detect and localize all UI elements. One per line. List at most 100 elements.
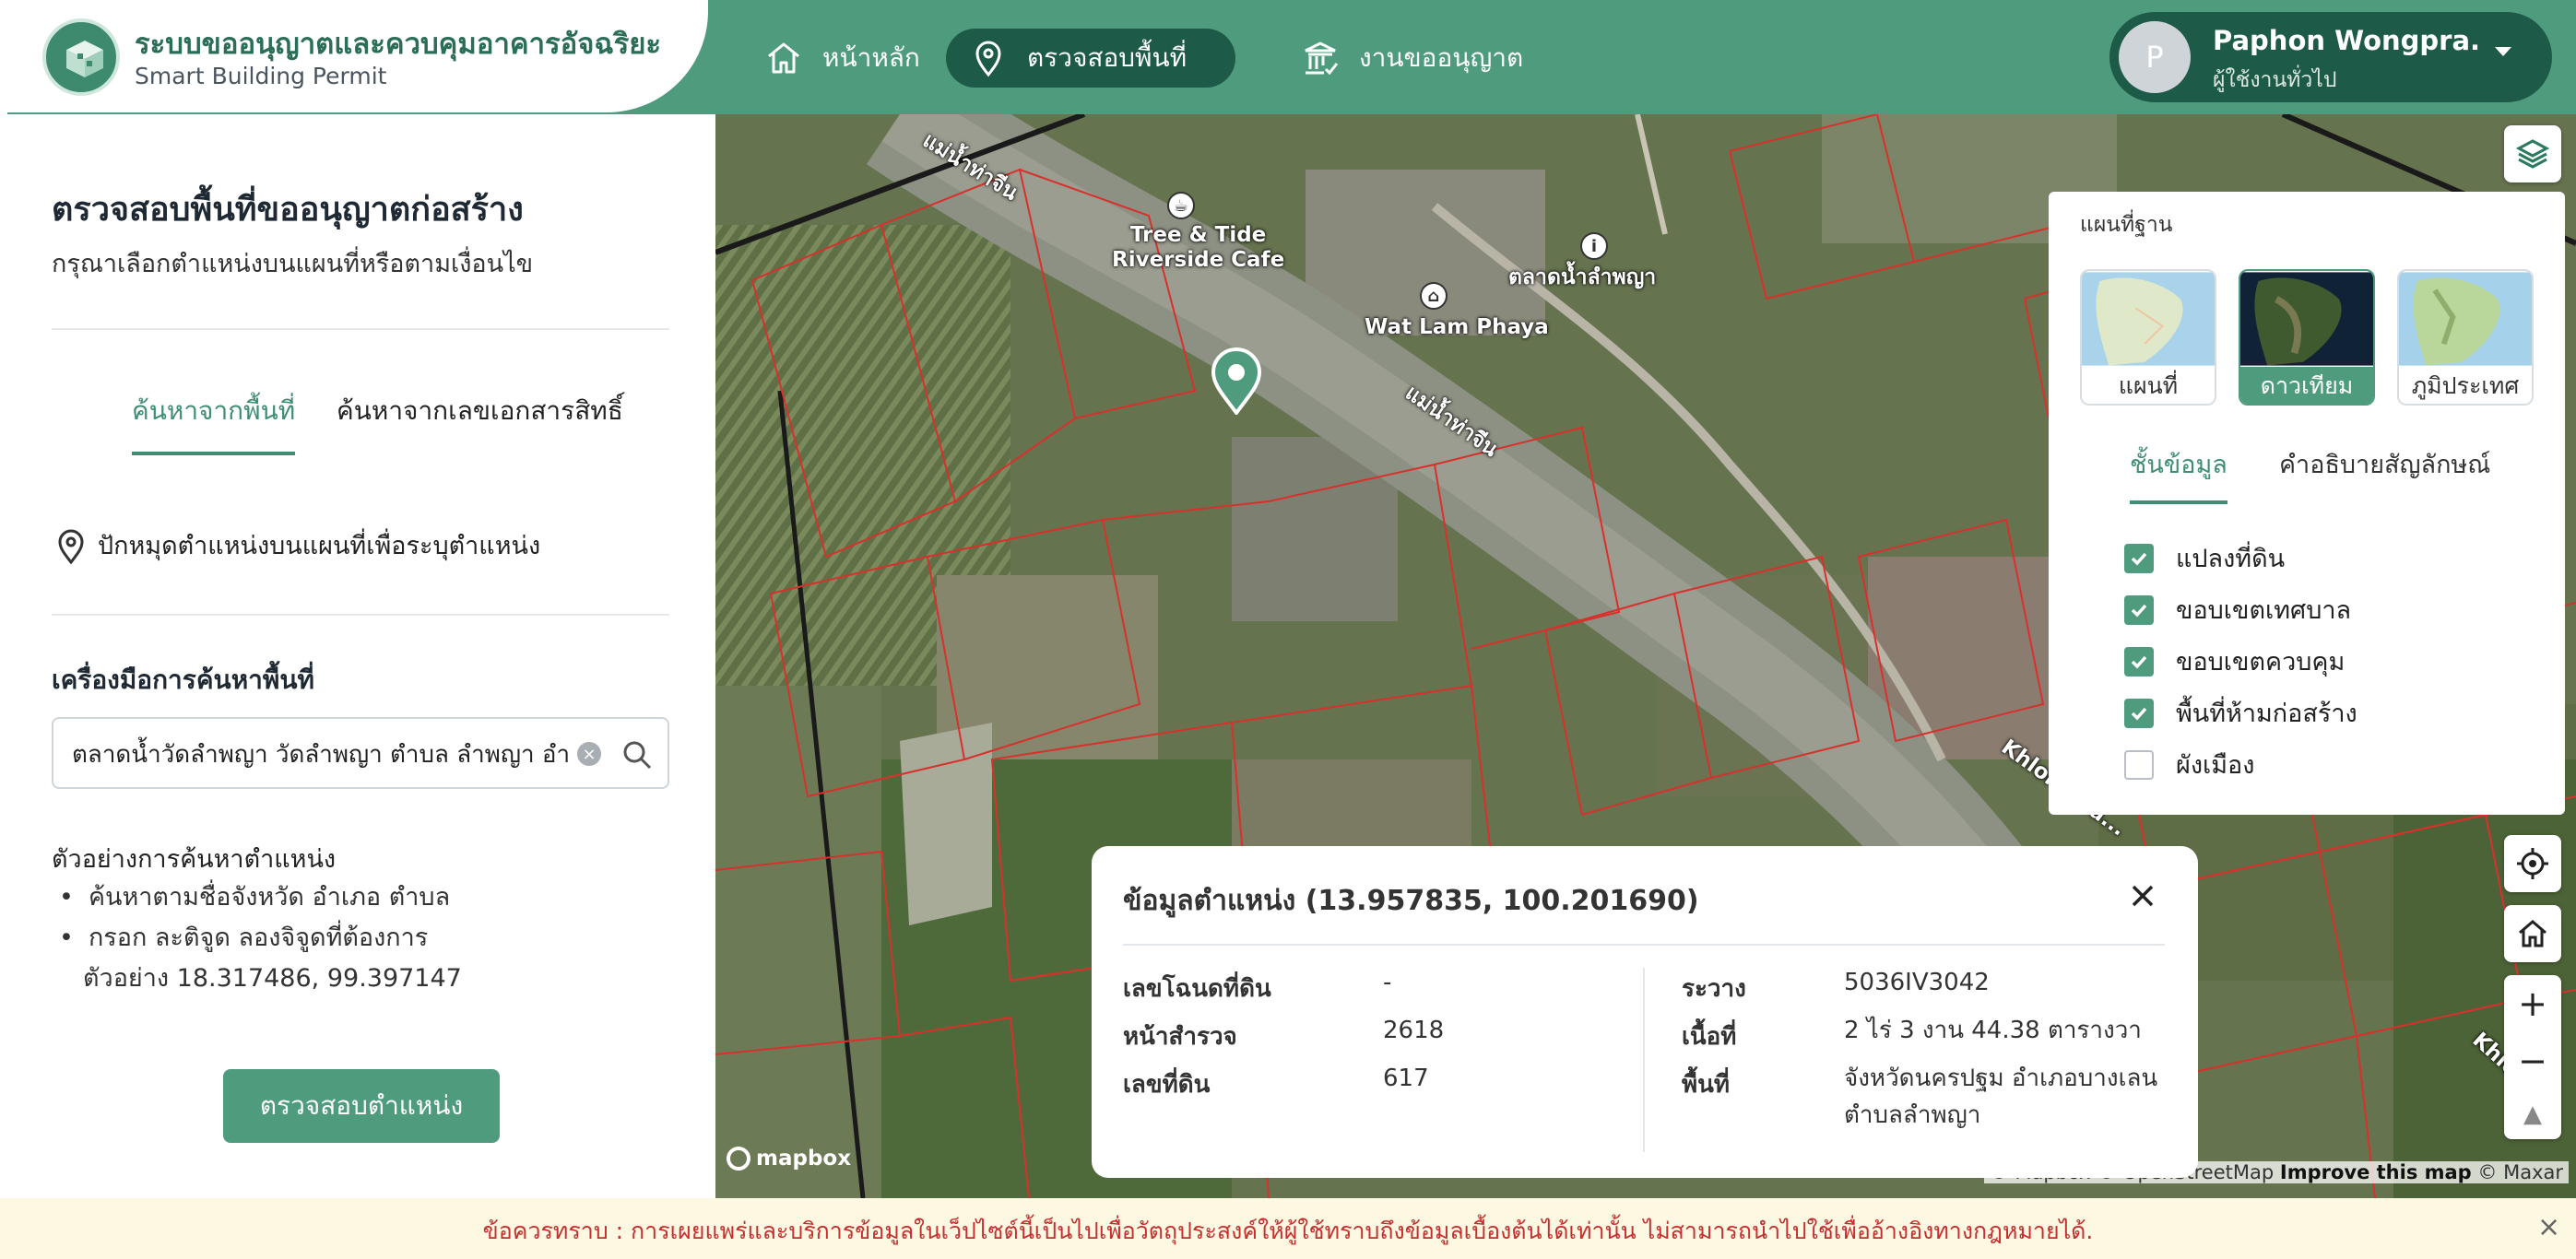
location-label: พื้นที่ <box>1682 1071 1731 1099</box>
pin-hint-label: ปักหมุดตำแหน่งบนแผนที่เพื่อระบุตำแหน่ง <box>98 532 541 560</box>
checkbox-checked-icon[interactable] <box>2124 543 2154 573</box>
land-number-value: 617 <box>1383 1065 1429 1092</box>
search-sidebar: ตรวจสอบพื้นที่ขออนุญาตก่อสร้าง กรุณาเลือ… <box>7 114 715 1198</box>
list-item: ค้นหาตามชื่อจังหวัด อำเภอ ตำบล <box>52 877 462 918</box>
layer-label: ขอบเขตเทศบาล <box>2176 596 2352 625</box>
tab-data-layers[interactable]: ชั้นข้อมูล <box>2130 444 2227 504</box>
layer-label: ผังเมือง <box>2176 751 2255 780</box>
app-subtitle: Smart Building Permit <box>135 63 387 89</box>
map-sheet-value: 5036IV3042 <box>1844 969 1990 996</box>
popup-title: ข้อมูลตำแหน่ง (13.957835, 100.201690) <box>1123 885 1699 917</box>
pin-hint[interactable]: ปักหมุดตำแหน่งบนแผนที่เพื่อระบุตำแหน่ง <box>55 525 540 565</box>
institution-icon <box>1305 41 1339 76</box>
layer-label: พื้นที่ห้ามก่อสร้าง <box>2176 700 2357 728</box>
cafe-icon[interactable]: ☕ <box>1167 192 1195 219</box>
avatar: P <box>2119 21 2191 93</box>
user-role: ผู้ใช้งานทั่วไป <box>2213 68 2337 92</box>
zoom-control: + − ▲ <box>2504 975 2561 1139</box>
basemap-satellite-label: ดาวเทียม <box>2240 367 2373 404</box>
cafe-label[interactable]: Tree & Tide Riverside Cafe <box>1112 223 1284 273</box>
checkbox-checked-icon[interactable] <box>2124 698 2154 728</box>
tab-search-by-deed[interactable]: ค้นหาจากเลขเอกสารสิทธิ์ <box>337 391 623 452</box>
check-location-button[interactable]: ตรวจสอบตำแหน่ง <box>223 1069 500 1143</box>
divider <box>52 328 669 330</box>
survey-page-value: 2618 <box>1383 1017 1445 1044</box>
area-size-value: 2 ไร่ 3 งาน 44.38 ตารางวา <box>1844 1017 2142 1044</box>
street-map-thumbnail <box>2082 272 2215 366</box>
close-icon[interactable]: × <box>2537 1211 2560 1243</box>
basemap-terrain[interactable]: ภูมิประเทศ <box>2397 269 2534 406</box>
tab-search-by-area[interactable]: ค้นหาจากพื้นที่ <box>132 391 296 455</box>
nav-permit-work[interactable]: งานขออนุญาต <box>1278 29 1549 88</box>
list-item: กรอก ละติจูด ลองจิจูดที่ต้องการ <box>52 918 462 959</box>
zoom-out-icon[interactable]: − <box>2518 1043 2547 1078</box>
layer-toggle-no-build-zone[interactable]: พื้นที่ห้ามก่อสร้าง <box>2124 693 2357 733</box>
geolocate-button[interactable] <box>2504 835 2561 892</box>
mapbox-logo-label: mapbox <box>756 1147 852 1171</box>
page-title: ตรวจสอบพื้นที่ขออนุญาตก่อสร้าง <box>52 191 524 229</box>
tab-legend[interactable]: คำอธิบายสัญลักษณ์ <box>2279 444 2490 500</box>
close-icon[interactable] <box>2124 877 2161 914</box>
basemap-streets-label: แผนที่ <box>2082 367 2215 404</box>
example-coordinate: ตัวอย่าง 18.317486, 99.397147 <box>83 964 462 993</box>
location-search-input[interactable] <box>72 735 570 772</box>
satellite-thumbnail <box>2240 272 2373 366</box>
user-menu[interactable]: P Paphon Wongpra... ผู้ใช้งานทั่วไป <box>2109 12 2552 102</box>
market-label[interactable]: ตลาดน้ำลำพญา <box>1508 265 1656 290</box>
layer-label: ขอบเขตควบคุม <box>2176 648 2346 677</box>
layer-toggle-control-zone[interactable]: ขอบเขตควบคุม <box>2124 641 2345 681</box>
location-marker-icon[interactable] <box>1208 345 1265 415</box>
map-pin-icon <box>975 41 1001 77</box>
nav-permit-work-label: งานขออนุญาต <box>1359 42 1524 73</box>
nav-home[interactable]: หน้าหลัก <box>741 29 946 88</box>
crosshair-icon <box>2517 848 2548 879</box>
attribution-suffix: © Maxar <box>2477 1161 2563 1183</box>
layer-label: แปลงที่ดิน <box>2176 545 2286 573</box>
info-icon[interactable]: i <box>1580 232 1608 260</box>
location-info-popup: ข้อมูลตำแหน่ง (13.957835, 100.201690) เล… <box>1092 846 2198 1178</box>
app-title: ระบบขออนุญาตและควบคุมอาคารอัจฉริยะ <box>135 28 662 61</box>
reset-view-button[interactable] <box>2504 905 2561 962</box>
nav-home-label: หน้าหลัก <box>822 42 920 73</box>
checkbox-checked-icon[interactable] <box>2124 594 2154 625</box>
layer-toggle-municipal-boundary[interactable]: ขอบเขตเทศบาล <box>2124 590 2351 630</box>
layers-icon <box>2515 139 2550 169</box>
improve-map-link[interactable]: Improve this map <box>2280 1161 2472 1183</box>
checkbox-unchecked-icon[interactable] <box>2124 749 2154 780</box>
nav-area-check-label: ตรวจสอบพื้นที่ <box>1027 42 1188 73</box>
layer-toggle-parcels[interactable]: แปลงที่ดิน <box>2124 538 2285 578</box>
mapbox-logo-icon <box>727 1147 750 1171</box>
layer-toggle-city-plan[interactable]: ผังเมือง <box>2124 745 2254 784</box>
location-search-box[interactable]: × <box>52 717 669 789</box>
home-icon <box>2519 920 2546 947</box>
top-header: ระบบขออนุญาตและควบคุมอาคารอัจฉริยะ Smart… <box>7 0 2576 114</box>
search-icon[interactable] <box>620 737 655 772</box>
survey-page-label: หน้าสำรวจ <box>1123 1023 1237 1051</box>
search-tools-title: เครื่องมือการค้นหาพื้นที่ <box>52 665 314 695</box>
map-sheet-label: ระวาง <box>1682 975 1746 1003</box>
mapbox-logo[interactable]: mapbox <box>727 1147 851 1171</box>
disclaimer-text: ข้อควรทราบ : การเผยแพร่และบริการข้อมูลใน… <box>482 1218 2094 1244</box>
layers-button[interactable] <box>2504 125 2561 182</box>
basemap-streets[interactable]: แผนที่ <box>2080 269 2216 406</box>
basemap-title: แผนที่ฐาน <box>2080 213 2173 237</box>
temple-icon[interactable]: ⌂ <box>1420 282 1448 310</box>
checkbox-checked-icon[interactable] <box>2124 646 2154 677</box>
nav-area-check[interactable]: ตรวจสอบพื้นที่ <box>946 29 1235 88</box>
basemap-satellite[interactable]: ดาวเทียม <box>2239 269 2375 406</box>
temple-label[interactable]: Wat Lam Phaya <box>1365 315 1549 340</box>
page-subtitle: กรุณาเลือกตำแหน่งบนแผนที่หรือตามเงื่อนไข <box>52 250 534 278</box>
divider <box>1123 944 2165 946</box>
app-logo-icon <box>42 18 120 96</box>
zoom-in-icon[interactable]: + <box>2518 986 2547 1021</box>
divider <box>52 614 669 616</box>
home-icon <box>768 42 799 74</box>
user-name: Paphon Wongpra... <box>2213 25 2480 56</box>
deed-number-label: เลขโฉนดที่ดิน <box>1123 975 1271 1003</box>
examples-title: ตัวอย่างการค้นหาตำแหน่ง <box>52 845 337 874</box>
deed-number-value: - <box>1383 969 1392 996</box>
chevron-down-icon[interactable] <box>2495 47 2511 56</box>
clear-icon[interactable]: × <box>577 742 601 766</box>
brand-area[interactable]: ระบบขออนุญาตและควบคุมอาคารอัจฉริยะ Smart… <box>7 0 708 112</box>
compass-icon[interactable]: ▲ <box>2523 1100 2542 1128</box>
